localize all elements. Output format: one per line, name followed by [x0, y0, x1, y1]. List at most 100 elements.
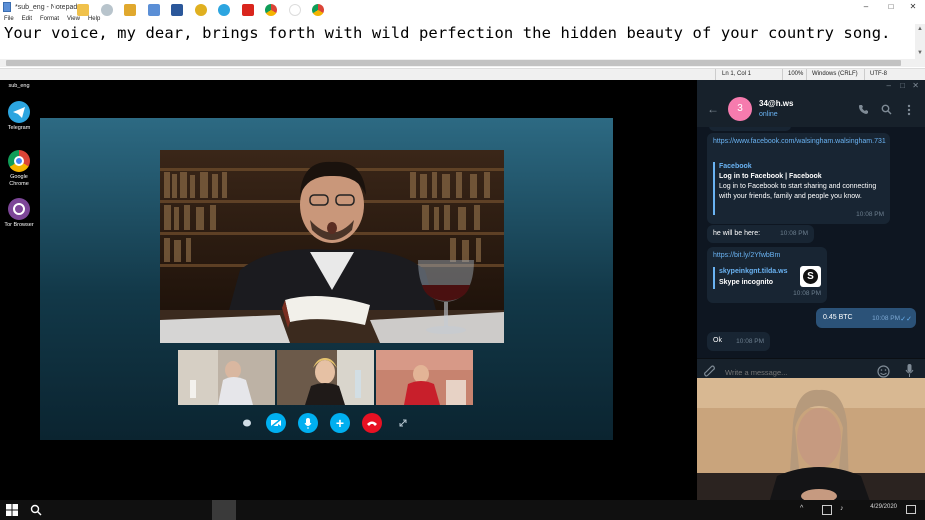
chrome-taskbar-icon[interactable] — [312, 4, 324, 16]
desktop-icon-chrome[interactable]: Google Chrome — [2, 150, 36, 188]
link-preview-site[interactable]: Facebook — [719, 162, 752, 172]
hangup-button[interactable] — [362, 413, 382, 433]
tor-browser-icon — [8, 198, 30, 220]
vertical-scrollbar[interactable]: ▲ ▼ — [915, 24, 925, 59]
link-preview-title: Skype incognito — [719, 279, 774, 286]
participant-video-2[interactable] — [277, 350, 374, 405]
taskbar-app-icon[interactable] — [124, 4, 136, 16]
desktop-icon-tor-browser[interactable]: Tor Browser — [2, 198, 36, 229]
participant-2-image — [277, 350, 374, 405]
more-options-icon[interactable] — [907, 104, 911, 116]
participant-video-1[interactable] — [178, 350, 275, 405]
message-time: 10:08 PM — [780, 230, 808, 237]
message-text: he will be here: — [713, 230, 761, 237]
taskbar — [0, 500, 925, 520]
hangup-icon — [367, 421, 377, 426]
message-bubble-skype-link[interactable]: https://bit.ly/2YfwbBm skypeinkgnt.tilda… — [707, 247, 827, 303]
menu-file[interactable]: File — [4, 14, 14, 24]
telegram-taskbar-icon[interactable] — [218, 4, 230, 16]
maximize-button[interactable]: □ — [900, 81, 905, 90]
windows-start-icon[interactable] — [6, 504, 18, 516]
search-icon[interactable] — [881, 104, 892, 115]
network-icon[interactable] — [822, 505, 832, 515]
notifications-icon[interactable] — [906, 505, 916, 514]
scroll-up-icon[interactable]: ▲ — [917, 26, 923, 32]
fullscreen-button[interactable] — [397, 417, 409, 429]
notepad-statusbar: Ln 1, Col 1 100% Windows (CRLF) UTF-8 — [0, 68, 925, 81]
message-input[interactable] — [725, 366, 865, 378]
file-explorer-icon[interactable] — [77, 4, 89, 16]
notepad-taskbar-icon[interactable] — [148, 4, 160, 16]
emoji-icon[interactable] — [877, 365, 890, 378]
read-checkmarks-icon: ✓✓ — [900, 316, 912, 323]
message-link[interactable]: https://www.facebook.com/walsingham.wals… — [713, 137, 886, 147]
message-bubble-partial — [709, 127, 791, 131]
volume-icon[interactable]: ♪ — [840, 505, 844, 512]
contact-status: online — [759, 111, 778, 118]
notepad-title: *sub_eng - Notepad — [15, 3, 78, 11]
message-link[interactable]: https://bit.ly/2YfwbBm — [713, 251, 780, 261]
telegram-titlebar[interactable]: – □ ✕ — [697, 80, 925, 94]
minimize-button[interactable]: – — [852, 0, 880, 14]
scroll-thumb[interactable] — [6, 60, 901, 66]
avatar[interactable]: 3 — [728, 97, 752, 121]
participant-video-3[interactable] — [376, 350, 473, 405]
message-bubble-text[interactable]: Ok 10:08 PM — [707, 332, 770, 351]
status-line-endings: Windows (CRLF) — [812, 71, 858, 77]
taskbar-app-icon[interactable] — [195, 4, 207, 16]
task-view-icon[interactable] — [54, 4, 66, 16]
mic-button[interactable] — [298, 413, 318, 433]
close-button[interactable]: ✕ — [912, 81, 919, 90]
menu-edit[interactable]: Edit — [22, 14, 32, 24]
participant-1-image — [178, 350, 275, 405]
add-participant-button[interactable]: + — [330, 413, 350, 433]
attach-icon[interactable] — [704, 365, 716, 378]
chrome-taskbar-icon[interactable] — [265, 4, 277, 16]
taskbar-app-icon[interactable] — [101, 4, 113, 16]
message-bubble-outgoing[interactable]: 0.45 BTC 10:08 PM ✓✓ — [816, 308, 916, 328]
main-video-image — [160, 150, 504, 343]
video-off-icon — [270, 418, 282, 428]
search-icon[interactable] — [30, 504, 42, 516]
telegram-icon — [8, 101, 30, 123]
close-button[interactable]: ✕ — [899, 0, 925, 14]
message-bubble-facebook[interactable]: https://www.facebook.com/walsingham.wals… — [707, 133, 890, 224]
webcam-overlay — [697, 378, 925, 510]
scroll-down-icon[interactable]: ▼ — [917, 50, 923, 56]
back-arrow-icon[interactable]: ← — [707, 102, 719, 116]
notepad-window: *sub_eng - Notepad – □ ✕ File Edit Forma… — [0, 0, 925, 81]
message-time: 10:08 PM — [793, 290, 821, 297]
desktop-icon-label: Telegram — [7, 125, 31, 131]
desktop-icon-sub-eng[interactable]: sub_eng — [2, 81, 36, 90]
message-list[interactable]: https://www.facebook.com/walsingham.wals… — [697, 127, 925, 355]
taskbar-date[interactable]: 4/29/2020 — [870, 504, 897, 510]
message-time: 10:08 PM — [856, 211, 884, 218]
status-encoding: UTF-8 — [870, 71, 887, 77]
clock-icon[interactable] — [289, 4, 301, 16]
main-video-feed — [160, 150, 504, 343]
menu-help[interactable]: Help — [88, 14, 100, 24]
microphone-icon[interactable] — [905, 364, 914, 378]
screen: { "notepad": { "title": "*sub_eng - Note… — [0, 0, 925, 520]
horizontal-scrollbar[interactable] — [0, 59, 925, 67]
acrobat-icon[interactable] — [242, 4, 254, 16]
minimize-button[interactable]: – — [887, 81, 891, 90]
fullscreen-icon — [399, 419, 407, 427]
tray-chevron-icon[interactable]: ^ — [800, 505, 812, 515]
desktop-icon-label: Google Chrome — [9, 174, 29, 187]
link-preview-site[interactable]: skypeinkgnt.tilda.ws — [719, 267, 787, 277]
participant-3-image — [376, 350, 473, 405]
contact-name[interactable]: 34@h.ws — [759, 99, 793, 108]
message-text: Ok — [713, 337, 722, 344]
mic-icon — [304, 417, 312, 429]
video-off-button[interactable] — [266, 413, 286, 433]
notepad-text-area[interactable]: Your voice, my dear, brings forth with w… — [4, 24, 891, 42]
desktop-icon-telegram[interactable]: Telegram — [2, 101, 36, 132]
phone-icon[interactable] — [858, 104, 869, 115]
skype-logo-icon: S — [800, 266, 821, 287]
chat-icon[interactable] — [241, 417, 253, 429]
message-bubble-text[interactable]: he will be here: 10:08 PM — [707, 225, 814, 243]
word-icon[interactable] — [171, 4, 183, 16]
chat-header: ← 3 34@h.ws online — [697, 94, 925, 127]
notepad-titlebar[interactable]: *sub_eng - Notepad – □ ✕ — [0, 0, 925, 14]
